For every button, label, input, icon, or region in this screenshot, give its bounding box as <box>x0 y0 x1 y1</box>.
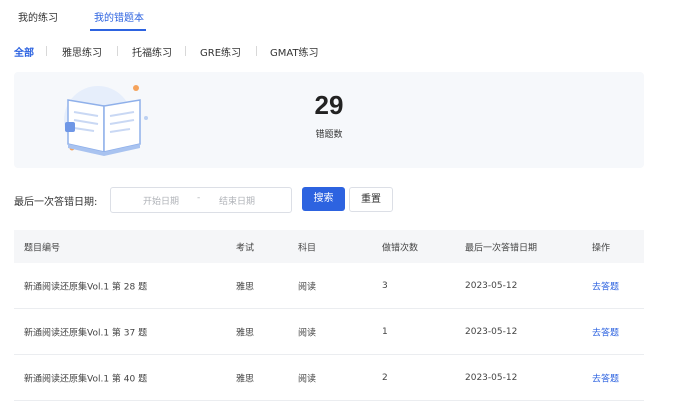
wrong-count-panel: 29 错题数 <box>14 72 644 168</box>
reset-button[interactable]: 重置 <box>349 187 393 212</box>
filter-divider <box>117 46 118 56</box>
last-wrong-date: 2023-05-12 <box>465 280 518 291</box>
filter-gmat[interactable]: GMAT练习 <box>270 44 319 59</box>
tab-my-practice[interactable]: 我的练习 <box>18 9 58 24</box>
date-search-bar: 最后一次答错日期: 开始日期 - 结束日期 搜索 重置 <box>0 187 676 213</box>
wrong-count: 3 <box>382 280 388 291</box>
go-answer-link[interactable]: 去答题 <box>592 371 619 384</box>
wrong-count-value: 29 <box>314 90 344 120</box>
question-id: 新通阅读还原集Vol.1 第 37 题 <box>24 328 148 338</box>
last-wrong-date: 2023-05-12 <box>465 326 518 337</box>
top-tabs: 我的练习 我的错题本 <box>0 0 676 34</box>
wrong-count: 1 <box>382 326 388 337</box>
col-subject: 科目 <box>298 243 317 253</box>
question-id: 新通阅读还原集Vol.1 第 40 题 <box>24 374 148 384</box>
filter-divider <box>46 46 47 56</box>
table-row: 新通阅读还原集Vol.1 第 40 题 雅思 阅读 2 2023-05-12 去… <box>14 355 644 401</box>
last-wrong-date-label: 最后一次答错日期: <box>14 197 98 208</box>
col-wrong-count: 做错次数 <box>382 243 419 253</box>
end-date-input[interactable]: 结束日期 <box>219 194 255 207</box>
question-id: 新通阅读还原集Vol.1 第 28 题 <box>24 282 148 292</box>
subject-name: 阅读 <box>298 328 317 338</box>
filter-ielts[interactable]: 雅思练习 <box>62 44 102 59</box>
go-answer-link[interactable]: 去答题 <box>592 279 619 292</box>
col-question-id: 题目编号 <box>24 243 61 253</box>
search-button[interactable]: 搜索 <box>302 187 345 211</box>
filter-divider <box>256 46 257 56</box>
filter-gre[interactable]: GRE练习 <box>200 44 241 59</box>
col-last-wrong-date: 最后一次答错日期 <box>465 243 538 253</box>
date-range-picker[interactable]: 开始日期 - 结束日期 <box>110 187 292 213</box>
filter-toefl[interactable]: 托福练习 <box>132 44 172 59</box>
exam-name: 雅思 <box>236 328 255 338</box>
wrong-count: 2 <box>382 372 388 383</box>
table-row: 新通阅读还原集Vol.1 第 37 题 雅思 阅读 1 2023-05-12 去… <box>14 309 644 355</box>
col-action: 操作 <box>592 243 611 253</box>
tab-wrong-questions[interactable]: 我的错题本 <box>94 9 144 24</box>
table-header: 题目编号 考试 科目 做错次数 最后一次答错日期 操作 <box>14 230 644 263</box>
exam-name: 雅思 <box>236 374 255 384</box>
table-row: 新通阅读还原集Vol.1 第 28 题 雅思 阅读 3 2023-05-12 去… <box>14 263 644 309</box>
range-separator: - <box>197 193 201 203</box>
filter-divider <box>185 46 186 56</box>
filter-all[interactable]: 全部 <box>14 44 34 59</box>
col-exam: 考试 <box>236 243 255 253</box>
subject-name: 阅读 <box>298 374 317 384</box>
wrong-count-label: 错题数 <box>315 130 343 140</box>
go-answer-link[interactable]: 去答题 <box>592 325 619 338</box>
active-tab-indicator <box>90 29 146 31</box>
wrong-questions-table: 题目编号 考试 科目 做错次数 最后一次答错日期 操作 新通阅读还原集Vol.1… <box>14 230 644 401</box>
exam-name: 雅思 <box>236 282 255 292</box>
last-wrong-date: 2023-05-12 <box>465 372 518 383</box>
subject-name: 阅读 <box>298 282 317 292</box>
start-date-input[interactable]: 开始日期 <box>143 194 179 207</box>
